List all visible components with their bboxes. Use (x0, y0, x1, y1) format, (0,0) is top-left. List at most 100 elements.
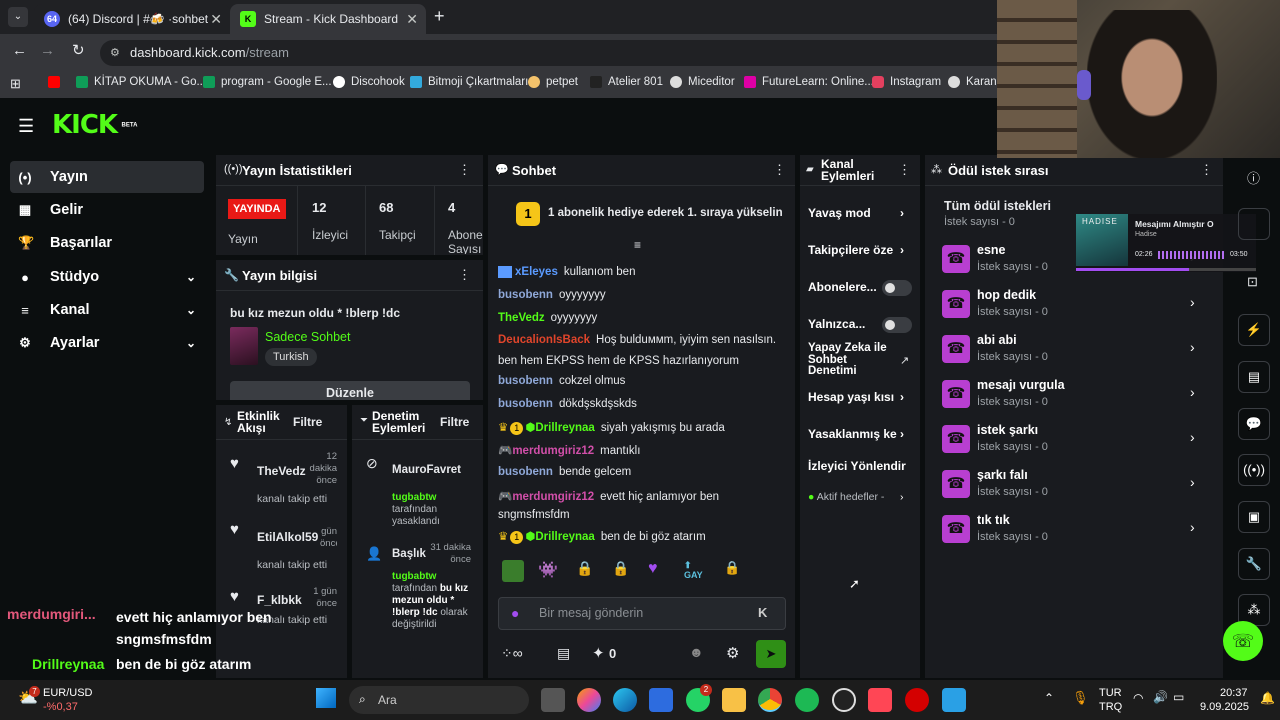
more-icon[interactable]: ⋮ (458, 162, 471, 178)
action-banned-words[interactable]: Yasaklanmış ke › (808, 427, 904, 441)
close-icon[interactable]: ✕ (406, 11, 418, 28)
store-icon[interactable] (649, 688, 673, 712)
info-icon[interactable]: ⓘ (1247, 168, 1260, 187)
bookmark-item[interactable]: Atelier 801 (590, 76, 663, 88)
rail-chat-button[interactable]: 💬 (1238, 408, 1270, 440)
activity-filter-button[interactable]: Filtre (293, 415, 322, 429)
chrome-icon[interactable] (758, 688, 782, 712)
bookmark-item[interactable]: Instagram (872, 76, 941, 88)
rail-wrench-button[interactable]: 🔧 (1238, 548, 1270, 580)
bookmark-item[interactable]: petpet (528, 76, 578, 88)
nav-yayin[interactable]: (•) Yayın (10, 161, 204, 193)
microphone-icon[interactable]: 🎙 (1072, 690, 1089, 706)
more-icon[interactable]: ⋮ (898, 162, 911, 178)
edge-icon[interactable] (613, 688, 637, 712)
chat-input[interactable]: ● Bir mesaj gönderin K (498, 597, 786, 630)
lock-icon[interactable]: 🔒 (576, 560, 593, 577)
url-input[interactable]: ⚙ dashboard.kick.com/stream (100, 40, 1000, 66)
valorant-icon[interactable] (868, 688, 892, 712)
bookmark-item[interactable]: FutureLearn: Online... (744, 76, 874, 88)
rail-video-button[interactable]: ▣ (1238, 501, 1270, 533)
lock-icon[interactable]: 🔒 (612, 560, 629, 577)
site-info-icon[interactable]: ⚙ (110, 40, 120, 66)
reward-item[interactable]: ☎ şarkı falı İstek sayısı - 0 › (942, 466, 1202, 506)
windows-start-icon[interactable] (316, 688, 336, 708)
copilot-icon[interactable] (577, 688, 601, 712)
all-rewards-label[interactable]: Tüm ödül istekleri (944, 199, 1051, 213)
more-icon[interactable]: ⋮ (344, 414, 347, 430)
bookmark-item[interactable]: Bitmoji Çıkartmaları (410, 76, 528, 88)
notification-icon[interactable]: 🔔 (1260, 691, 1275, 705)
emote[interactable]: 👾 (538, 560, 558, 580)
moderation-filter-button[interactable]: Filtre (440, 415, 469, 429)
bookmark-item[interactable]: Karanlı (948, 76, 1002, 88)
more-icon[interactable]: ⋮ (458, 267, 471, 283)
action-followers-only[interactable]: Takipçilere öze › (808, 243, 904, 257)
heart-emote[interactable]: ♥ (648, 560, 658, 578)
kick-emote-icon[interactable]: K (758, 605, 767, 620)
gear-icon[interactable]: ⚙ (726, 644, 739, 662)
subscribers-only-toggle[interactable] (882, 280, 912, 296)
external-link-icon[interactable]: ↗ (900, 354, 909, 367)
send-button[interactable]: ➤ (756, 640, 786, 668)
rail-notes-button[interactable]: ▤ (1238, 361, 1270, 393)
nav-studyo[interactable]: ● Stüdyo ⌄ (10, 261, 204, 293)
reward-item[interactable]: ☎ istek şarkı İstek sayısı - 0 › (942, 421, 1202, 461)
bookmark-item[interactable]: Discohook (333, 76, 405, 88)
file-explorer-icon[interactable] (722, 688, 746, 712)
channel-points-icon[interactable]: ⁘∞ (501, 645, 523, 662)
menu-icon[interactable]: ☰ (18, 116, 34, 137)
wifi-icon[interactable]: ◠ (1133, 691, 1143, 705)
opera-icon[interactable] (905, 688, 929, 712)
clock-date[interactable]: 9.09.2025 (1200, 701, 1249, 713)
rail-broadcast-button[interactable]: ((•)) (1238, 454, 1270, 486)
clock-time[interactable]: 20:37 (1220, 687, 1248, 699)
bookmark-item[interactable]: program - Google E... (203, 76, 332, 88)
reward-item[interactable]: ☎ mesajı vurgula İstek sayısı - 0 › (942, 376, 1202, 416)
emote[interactable] (502, 560, 524, 582)
tab-search-button[interactable]: ⌄ (8, 7, 28, 27)
close-icon[interactable]: ✕ (210, 11, 222, 28)
reload-icon[interactable]: ↻ (72, 41, 85, 59)
action-ai-moderation[interactable]: Yapay Zeka ile Sohbet Denetimi (808, 342, 893, 378)
microphone-icon[interactable]: ● (511, 605, 519, 621)
kick-logo[interactable]: KICK BETA (52, 110, 137, 140)
apps-grid-icon[interactable]: ⊞ (10, 76, 21, 92)
lock-icon[interactable]: 🔒 (724, 560, 740, 576)
taskbar-search[interactable]: ⌕ Ara (349, 686, 529, 714)
input-language-2[interactable]: TRQ (1099, 701, 1122, 713)
forward-icon[interactable]: → (40, 42, 55, 59)
chevron-up-icon[interactable]: ⌃ (1044, 691, 1054, 705)
tab-discord[interactable]: 64 (64) Discord | #🍻 ·sohbet· 🍺 ✕ (34, 4, 230, 34)
new-tab-button[interactable]: + (434, 6, 445, 27)
reward-item[interactable]: ☎ hop dedik İstek sayısı - 0 › (942, 286, 1202, 326)
more-icon[interactable]: ⋮ (773, 162, 786, 178)
rail-button[interactable] (1238, 208, 1270, 240)
action-viewer-redirect[interactable]: İzleyici Yönlendir (808, 459, 906, 473)
input-language-1[interactable]: TUR (1099, 687, 1122, 699)
nav-gelir[interactable]: ▦ Gelir (10, 194, 204, 226)
bookmark-item[interactable]: KİTAP OKUMA - Go... (76, 76, 206, 88)
support-chat-button[interactable]: ☏ (1223, 621, 1263, 661)
emote-picker-icon[interactable]: ☻ (689, 644, 704, 660)
pinned-message[interactable]: 1 abonelik hediye ederek 1. sıraya yükse… (548, 207, 783, 219)
volume-icon[interactable]: 🔊 (1153, 690, 1168, 704)
reward-item[interactable]: ☎ tık tık İstek sayısı - 0 › (942, 511, 1202, 551)
obs-icon[interactable] (832, 688, 856, 712)
more-icon[interactable]: ⋮ (1200, 162, 1213, 178)
battery-icon[interactable]: ▭ (1173, 690, 1184, 704)
bookmark-item[interactable]: Miceditor (670, 76, 735, 88)
store-icon[interactable]: ▤ (557, 645, 570, 662)
collapse-icon[interactable]: ≡ (634, 238, 641, 252)
gay-emote[interactable]: ⬆ GAY (684, 560, 703, 580)
only-toggle[interactable] (882, 317, 912, 333)
reward-item[interactable]: ☎ abi abi İstek sayısı - 0 › (942, 331, 1202, 371)
back-icon[interactable]: ← (12, 42, 27, 59)
edit-button[interactable]: Düzenle (230, 381, 470, 400)
bookmark-youtube[interactable] (48, 76, 66, 88)
task-view-icon[interactable] (541, 688, 565, 712)
app-icon[interactable] (942, 688, 966, 712)
tab-kick-dashboard[interactable]: K Stream - Kick Dashboard ✕ (230, 4, 426, 34)
action-active-goals[interactable]: ● Aktif hedefler - › (808, 491, 904, 503)
nav-basarilar[interactable]: 🏆 Başarılar (10, 227, 204, 259)
